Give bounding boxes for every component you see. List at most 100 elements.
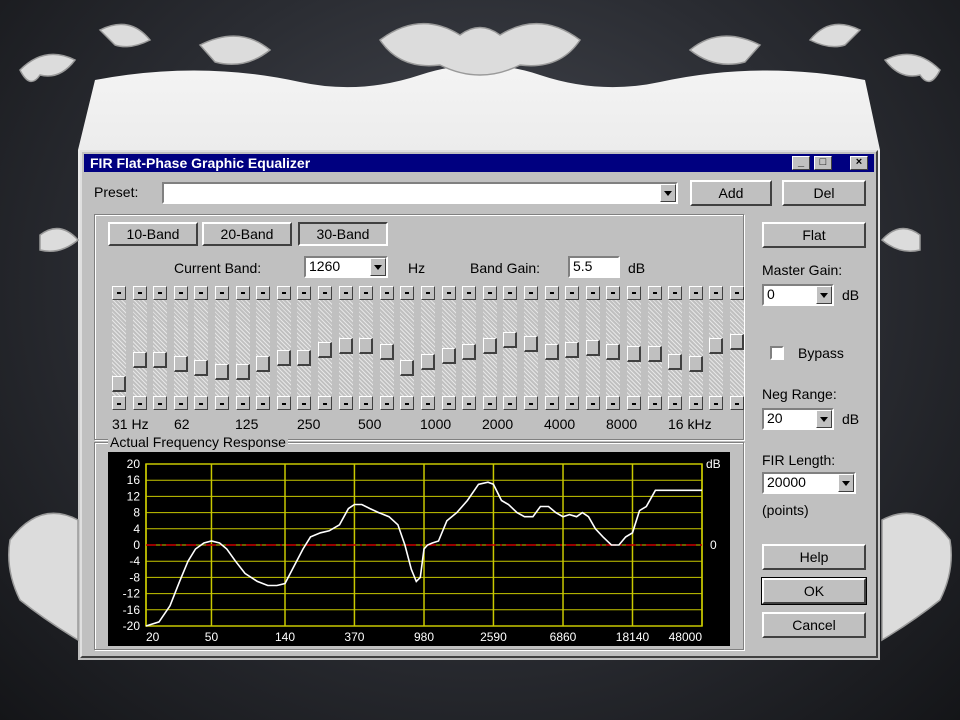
band-slider[interactable] [709,286,724,410]
bypass-checkbox[interactable] [770,346,784,360]
slider-up-arrow[interactable] [503,286,518,300]
slider-down-arrow[interactable] [688,396,703,410]
slider-thumb[interactable] [668,354,683,370]
band-slider[interactable] [400,286,415,410]
slider-thumb[interactable] [112,376,126,392]
band-slider[interactable] [688,286,703,410]
band-slider[interactable] [482,286,497,410]
chevron-down-icon[interactable] [816,410,832,428]
slider-thumb[interactable] [173,356,188,372]
slider-up-arrow[interactable] [153,286,168,300]
band-slider[interactable] [544,286,559,410]
slider-up-arrow[interactable] [441,286,456,300]
band-slider[interactable] [235,286,250,410]
slider-thumb[interactable] [194,360,209,376]
slider-down-arrow[interactable] [730,396,744,410]
tab-30-band[interactable]: 30-Band [298,222,388,246]
delete-preset-button[interactable]: Del [782,180,866,206]
slider-down-arrow[interactable] [668,396,683,410]
slider-up-arrow[interactable] [709,286,724,300]
slider-up-arrow[interactable] [482,286,497,300]
slider-thumb[interactable] [400,360,415,376]
band-gain-input[interactable]: 5.5 [568,256,620,278]
band-slider[interactable] [606,286,621,410]
slider-thumb[interactable] [421,354,435,370]
slider-thumb[interactable] [524,336,538,352]
slider-up-arrow[interactable] [112,286,126,300]
slider-down-arrow[interactable] [421,396,435,410]
slider-down-arrow[interactable] [132,396,147,410]
slider-thumb[interactable] [462,344,477,360]
slider-up-arrow[interactable] [256,286,271,300]
cancel-button[interactable]: Cancel [762,612,866,638]
slider-down-arrow[interactable] [359,396,374,410]
band-slider[interactable] [565,286,580,410]
band-slider[interactable] [318,286,332,410]
band-slider[interactable] [462,286,477,410]
band-slider[interactable] [359,286,374,410]
band-slider[interactable] [173,286,188,410]
band-slider[interactable] [524,286,538,410]
slider-thumb[interactable] [730,334,744,350]
slider-up-arrow[interactable] [235,286,250,300]
slider-thumb[interactable] [585,340,600,356]
slider-up-arrow[interactable] [359,286,374,300]
slider-thumb[interactable] [256,356,271,372]
slider-down-arrow[interactable] [627,396,641,410]
ok-button[interactable]: OK [761,577,867,605]
chevron-down-icon[interactable] [370,258,386,276]
band-slider[interactable] [215,286,229,410]
master-gain-dropdown[interactable]: 0 [762,284,834,306]
band-slider[interactable] [132,286,147,410]
tab-20-band[interactable]: 20-Band [202,222,292,246]
slider-down-arrow[interactable] [318,396,332,410]
slider-thumb[interactable] [544,344,559,360]
preset-dropdown[interactable] [162,182,678,204]
slider-up-arrow[interactable] [565,286,580,300]
chevron-down-icon[interactable] [816,286,832,304]
slider-up-arrow[interactable] [730,286,744,300]
slider-up-arrow[interactable] [297,286,312,300]
slider-down-arrow[interactable] [235,396,250,410]
slider-down-arrow[interactable] [338,396,353,410]
chevron-down-icon[interactable] [660,184,676,202]
slider-thumb[interactable] [359,338,374,354]
slider-thumb[interactable] [297,350,312,366]
minimize-button[interactable]: _ [792,156,810,170]
slider-up-arrow[interactable] [647,286,662,300]
band-slider[interactable] [647,286,662,410]
slider-up-arrow[interactable] [194,286,209,300]
band-slider[interactable] [503,286,518,410]
slider-up-arrow[interactable] [132,286,147,300]
chevron-down-icon[interactable] [838,474,854,492]
slider-down-arrow[interactable] [482,396,497,410]
slider-up-arrow[interactable] [544,286,559,300]
slider-up-arrow[interactable] [585,286,600,300]
slider-thumb[interactable] [379,344,394,360]
slider-thumb[interactable] [606,344,621,360]
slider-down-arrow[interactable] [173,396,188,410]
slider-down-arrow[interactable] [215,396,229,410]
slider-down-arrow[interactable] [441,396,456,410]
band-slider[interactable] [256,286,271,410]
slider-up-arrow[interactable] [668,286,683,300]
slider-down-arrow[interactable] [256,396,271,410]
band-slider[interactable] [194,286,209,410]
band-slider[interactable] [421,286,435,410]
slider-thumb[interactable] [565,342,580,358]
slider-thumb[interactable] [688,356,703,372]
slider-down-arrow[interactable] [544,396,559,410]
slider-thumb[interactable] [709,338,724,354]
slider-up-arrow[interactable] [606,286,621,300]
slider-down-arrow[interactable] [585,396,600,410]
slider-up-arrow[interactable] [524,286,538,300]
neg-range-dropdown[interactable]: 20 [762,408,834,430]
slider-up-arrow[interactable] [688,286,703,300]
slider-thumb[interactable] [215,364,229,380]
slider-down-arrow[interactable] [462,396,477,410]
slider-up-arrow[interactable] [173,286,188,300]
slider-down-arrow[interactable] [194,396,209,410]
slider-thumb[interactable] [441,348,456,364]
band-slider[interactable] [338,286,353,410]
band-slider[interactable] [379,286,394,410]
